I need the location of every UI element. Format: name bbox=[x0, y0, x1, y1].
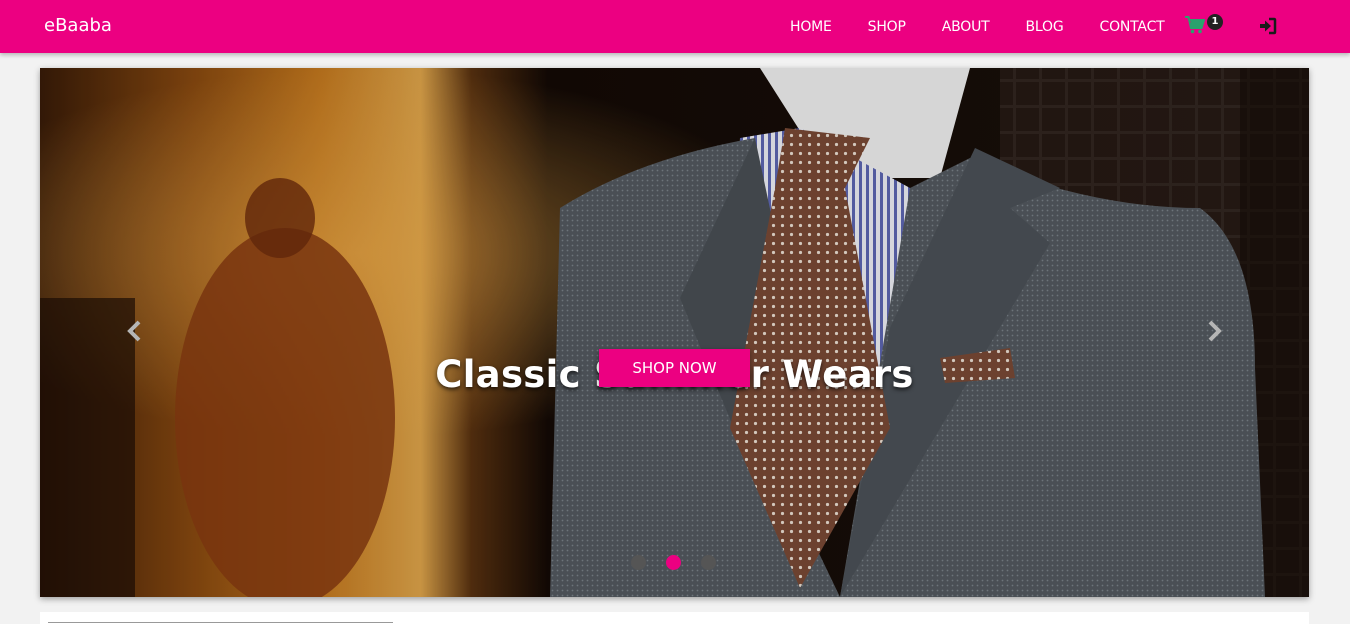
content-section bbox=[40, 612, 1309, 624]
shopping-cart-icon bbox=[1185, 16, 1206, 34]
login-button[interactable] bbox=[1259, 17, 1277, 35]
carousel-next-button[interactable] bbox=[1203, 319, 1225, 343]
carousel-dot-1[interactable] bbox=[631, 555, 646, 570]
carousel-dot-2[interactable] bbox=[666, 555, 681, 570]
section-divider bbox=[48, 622, 393, 623]
hero-slide-image bbox=[40, 68, 1309, 597]
carousel-dot-3[interactable] bbox=[701, 555, 716, 570]
nav-contact[interactable]: CONTACT bbox=[1100, 19, 1165, 35]
chevron-right-icon bbox=[1208, 320, 1222, 342]
carousel-prev-button[interactable] bbox=[124, 319, 146, 343]
cart-button[interactable]: 1 bbox=[1185, 14, 1225, 38]
sign-in-icon bbox=[1260, 17, 1277, 35]
nav-about[interactable]: ABOUT bbox=[942, 19, 990, 35]
nav-blog[interactable]: BLOG bbox=[1026, 19, 1064, 35]
chevron-left-icon bbox=[127, 320, 141, 342]
nav-menu: HOME SHOP ABOUT BLOG CONTACT bbox=[772, 0, 1183, 53]
brand-logo[interactable]: eBaaba bbox=[44, 15, 112, 37]
hero-carousel: Classic Summer Wears SHOP NOW bbox=[40, 68, 1309, 597]
cart-count-badge: 1 bbox=[1207, 14, 1223, 30]
shop-now-button[interactable]: SHOP NOW bbox=[599, 349, 750, 387]
carousel-indicators bbox=[631, 555, 736, 570]
nav-home[interactable]: HOME bbox=[790, 19, 832, 35]
nav-shop[interactable]: SHOP bbox=[868, 19, 906, 35]
top-navbar: eBaaba HOME SHOP ABOUT BLOG CONTACT 1 bbox=[0, 0, 1350, 53]
